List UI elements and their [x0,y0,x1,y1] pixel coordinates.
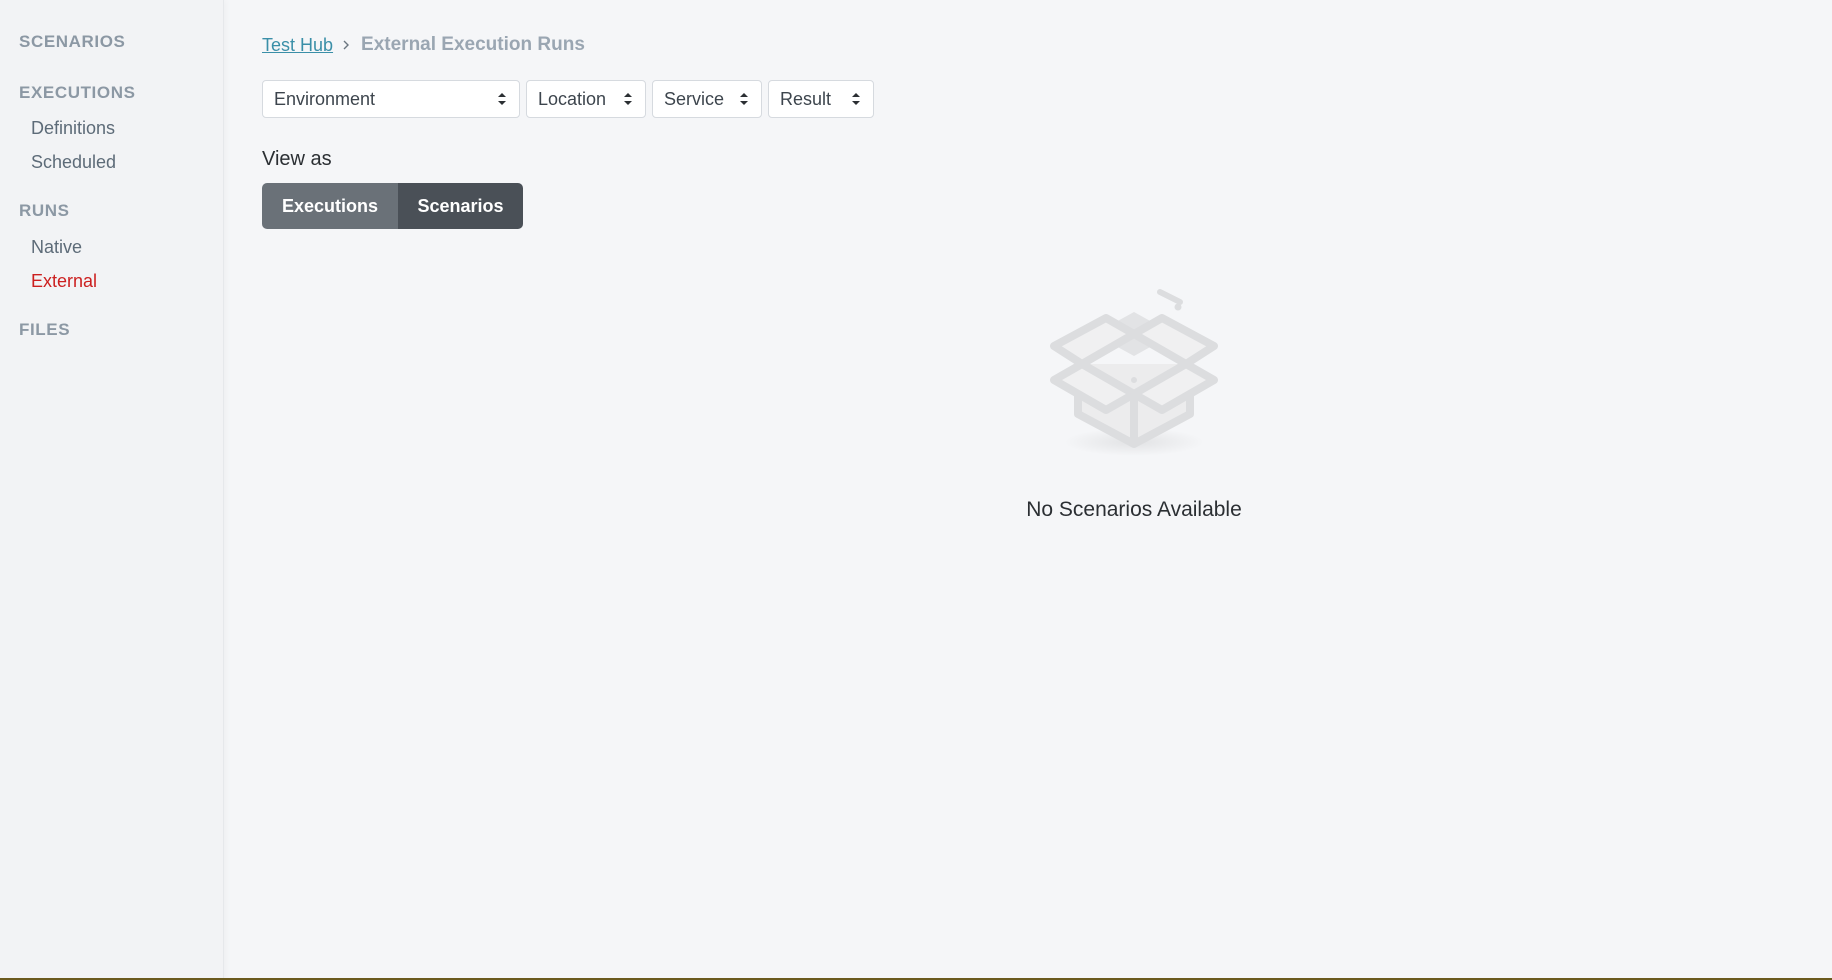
main-content: Test Hub External Execution Runs Environ… [224,0,1832,980]
sort-arrows-icon [498,93,506,105]
result-select[interactable]: Result [768,80,874,118]
service-select[interactable]: Service [652,80,762,118]
breadcrumb-link-test-hub[interactable]: Test Hub [262,35,333,56]
sort-arrows-icon [624,93,632,105]
sidebar-section-scenarios[interactable]: SCENARIOS [19,32,125,52]
view-as-label: View as [262,148,332,170]
view-scenarios-button[interactable]: Scenarios [398,183,523,229]
sort-arrows-icon [852,93,860,105]
empty-state: No Scenarios Available [984,270,1284,522]
location-select-value: Location [538,88,607,109]
filter-bar: Environment Location Service Result [262,80,874,118]
empty-state-message: No Scenarios Available [1026,498,1242,521]
page-title: External Execution Runs [361,34,585,55]
sidebar-item-native[interactable]: Native [31,237,82,258]
sidebar-section-executions[interactable]: EXECUTIONS [19,83,136,103]
chevron-right-icon [343,40,350,50]
sidebar-section-files[interactable]: FILES [19,320,70,340]
environment-select[interactable]: Environment [262,80,520,118]
service-select-value: Service [664,88,725,109]
sidebar: SCENARIOS EXECUTIONS Definitions Schedul… [0,0,224,980]
sidebar-section-runs[interactable]: RUNS [19,201,70,221]
view-as-toggle: Executions Scenarios [262,183,523,229]
breadcrumb: Test Hub External Execution Runs [262,34,585,56]
sort-arrows-icon [740,93,748,105]
view-executions-button[interactable]: Executions [262,183,398,229]
sidebar-item-scheduled[interactable]: Scheduled [31,152,116,173]
sidebar-item-definitions[interactable]: Definitions [31,118,115,139]
result-select-value: Result [780,88,832,109]
open-box-icon [1050,289,1218,456]
sidebar-item-external[interactable]: External [31,271,97,292]
environment-select-value: Environment [274,88,376,109]
location-select[interactable]: Location [526,80,646,118]
